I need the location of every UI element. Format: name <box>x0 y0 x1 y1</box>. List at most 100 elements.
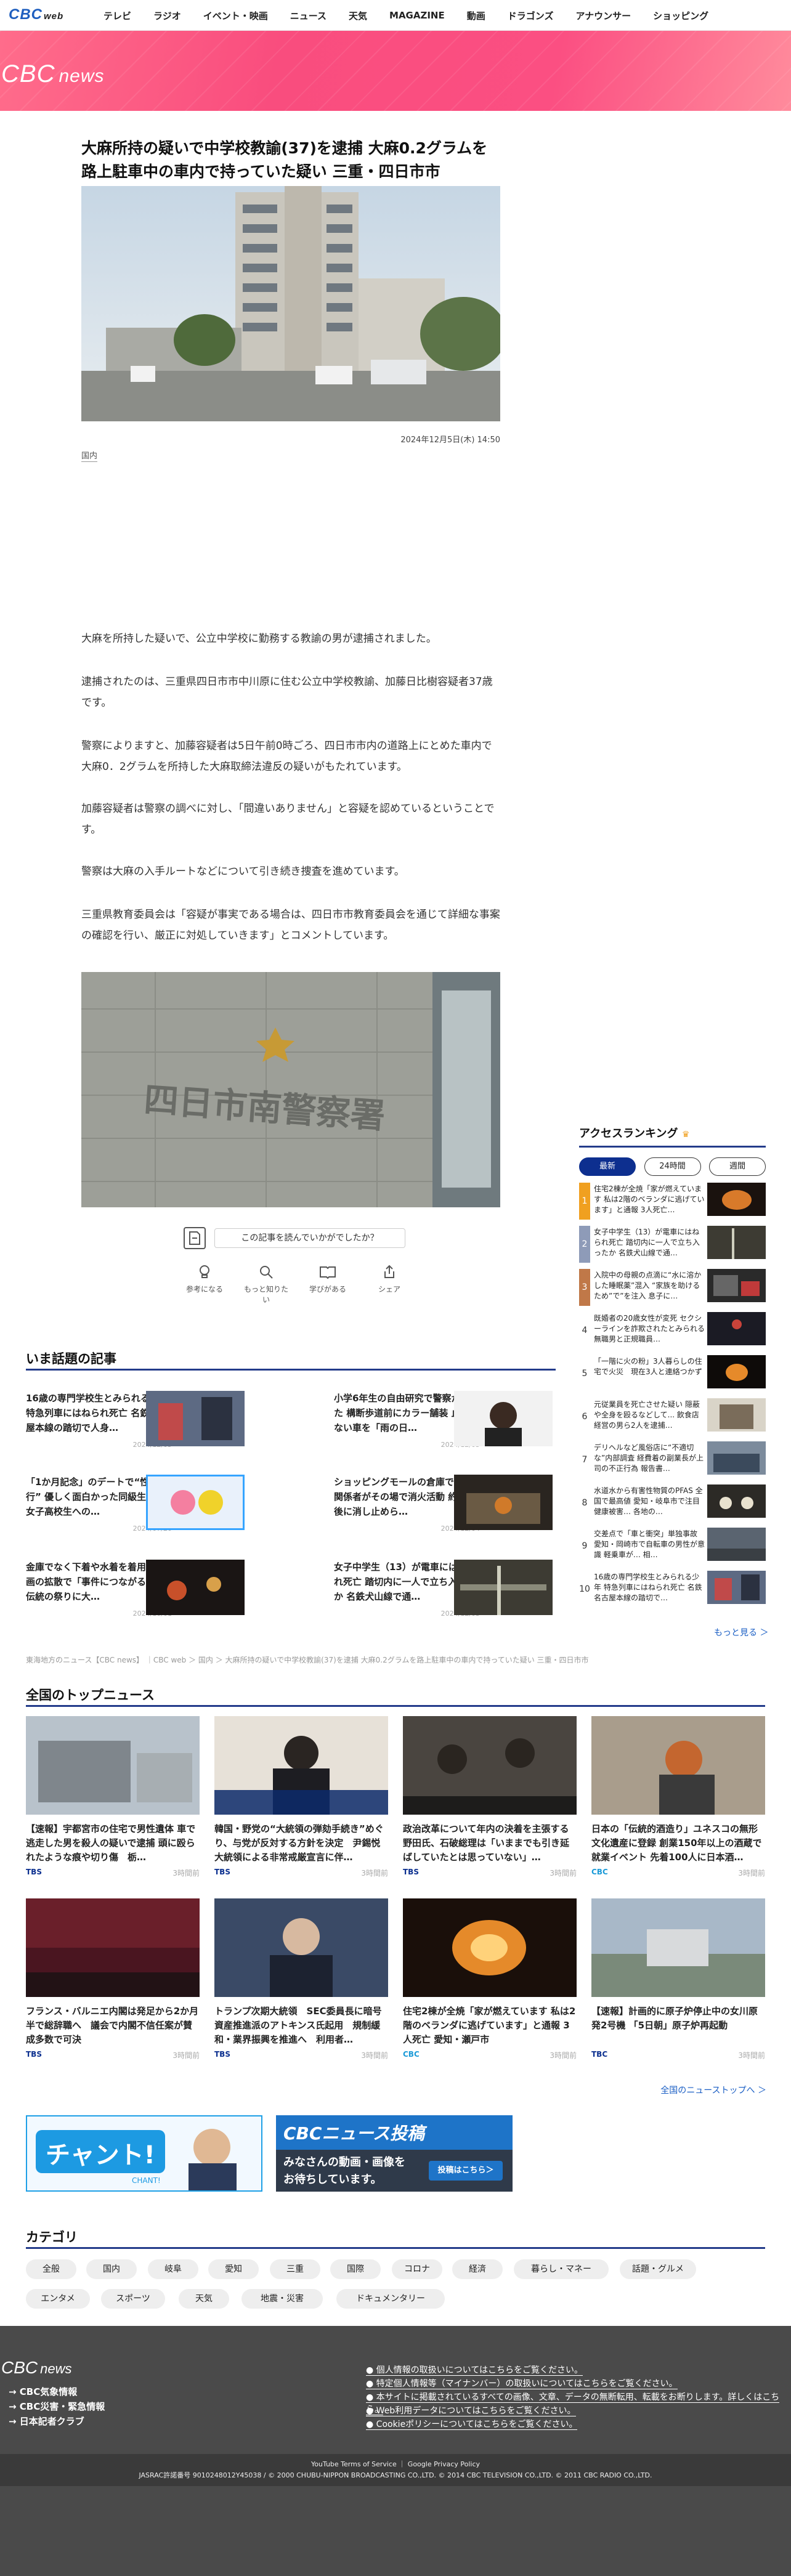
category-tag[interactable]: 天気 <box>179 2289 229 2309</box>
ranking-item[interactable]: 9 交差点で「車と衝突」単独事故 愛知・岡崎市で自転車の男性が意識 軽乗車が… … <box>579 1528 766 1565</box>
trending-article[interactable]: 金庫でなく下着や水着を着用へ 動画の拡散で「事件につながる恐れ」 伝統の祭りに大… <box>26 1560 245 1621</box>
learning-button[interactable]: 学びがある <box>303 1264 352 1305</box>
tab-latest[interactable]: 最新 <box>579 1157 636 1176</box>
category-tag[interactable]: 全般 <box>26 2259 76 2279</box>
ranking-item[interactable]: 5 「一階に火の粉」3人暮らしの住宅で火災 現在3人と連絡つかず <box>579 1355 766 1392</box>
category-tag[interactable]: スポーツ <box>101 2289 165 2309</box>
news-thumbnail <box>403 1898 577 1997</box>
ranking-thumbnail <box>707 1484 766 1518</box>
category-tag[interactable]: 岐阜 <box>148 2259 198 2279</box>
ranking-item[interactable]: 2 女子中学生（13）が電車にはねられ死亡 踏切内に一人で立ち入ったか 名鉄犬山… <box>579 1226 766 1263</box>
nav-item[interactable]: イベント・映画 <box>192 9 279 22</box>
national-news-card[interactable]: トランプ次期大統領 SEC委員長に暗号資産推進派のアトキンス氏起用 規制緩和・業… <box>214 1898 388 2061</box>
category-tag[interactable]: 暮らし・マネー <box>514 2259 609 2279</box>
ranking-item[interactable]: 6 元従業員を死亡させた疑い 隠蔽や全身を殴るなどして... 飲食店経営の男ら2… <box>579 1398 766 1435</box>
nav-item[interactable]: テレビ <box>92 9 142 22</box>
category-tag[interactable]: ドキュメンタリー <box>336 2289 445 2309</box>
ranking-item[interactable]: 10 16歳の専門学校生とみられる少年 特急列車にはねられ死亡 名鉄名古屋本線の… <box>579 1571 766 1608</box>
national-news-card[interactable]: 住宅2棟が全焼「家が燃えています 私は2階のベランダに逃げています」と通報 3人… <box>403 1898 577 2061</box>
news-thumbnail <box>214 1716 388 1815</box>
article-category-tag[interactable]: 国内 <box>81 449 98 462</box>
nav-item[interactable]: MAGAZINE <box>378 10 456 21</box>
footer-bottom: YouTube Terms of Service ｜ Google Privac… <box>0 2454 791 2486</box>
trending-article[interactable]: 女子中学生（13）が電車にはねられ死亡 踏切内に一人で立ち入ったか 名鉄犬山線で… <box>334 1560 553 1621</box>
category-tag[interactable]: コロナ <box>392 2259 442 2279</box>
ranking-thumbnail <box>707 1398 766 1432</box>
hero-banner: CBC news <box>0 31 791 111</box>
category-tag[interactable]: 愛知 <box>208 2259 259 2279</box>
nav-item[interactable]: ラジオ <box>142 9 192 22</box>
national-news-card[interactable]: 【速報】計画的に原子炉停止中の女川原発2号機 「5日朝」原子炉再起動 TBC 3時… <box>591 1898 765 2061</box>
nav-item[interactable]: アナウンサー <box>564 9 642 22</box>
news-thumbnail <box>26 1716 200 1815</box>
news-source: CBC <box>403 2050 420 2059</box>
nav-item[interactable]: ドラゴンズ <box>497 9 565 22</box>
ranking-item[interactable]: 1 住宅2棟が全焼「家が燃えています 私は2階のベランダに逃げています」と通報 … <box>579 1183 766 1220</box>
footer-mynumber-link[interactable]: ● 特定個人情報等（マイナンバー）の取扱いについてはこちらをご覧ください。 <box>366 2378 678 2390</box>
category-tag[interactable]: 地震・災害 <box>241 2289 323 2309</box>
national-news-more-link[interactable]: 全国のニューストップへ ＞ <box>660 2084 766 2096</box>
national-news-card[interactable]: 【速報】宇都宮市の住宅で男性遺体 車で逃走した男を殺人の疑いで逮捕 頭に殴られた… <box>26 1716 200 1879</box>
article-date: 2024年12月5日(木) 14:50 <box>400 435 500 445</box>
article-paragraph: 警察は大麻の入手ルートなどについて引き続き捜査を進めています。 <box>81 865 405 878</box>
share-button[interactable]: シェア <box>365 1264 414 1305</box>
news-thumbnail <box>26 1898 200 1997</box>
ranking-title: アクセスランキング ♛ <box>579 1127 690 1140</box>
article-title: 大麻所持の疑いで中学校教諭(37)を逮捕 大麻0.2グラムを路上駐車中の車内で持… <box>81 139 488 180</box>
helpful-button[interactable]: 参考になる <box>180 1264 229 1305</box>
trending-divider <box>26 1369 556 1371</box>
ranking-item[interactable]: 7 デリヘルなど風俗店に“不適切な”内部調査 経費着の副業長が上司の不正行為 報… <box>579 1441 766 1478</box>
ranking-item[interactable]: 3 入院中の母親の点滴に“水に溶かした睡眠薬”混入 “家族を助けるため”で”を注… <box>579 1269 766 1306</box>
trending-article[interactable]: 16歳の専門学校生とみられる少年 特急列車にはねられ死亡 名鉄名古屋本線の踏切で… <box>26 1391 245 1452</box>
category-tag[interactable]: 三重 <box>270 2259 320 2279</box>
trending-thumbnail <box>146 1391 245 1446</box>
footer-cookie-link[interactable]: ● Cookieポリシーについてはこちらをご覧ください。 <box>366 2418 578 2431</box>
national-news-card[interactable]: 韓国・野党の“大統領の弾劾手続き”めぐり、与党が反対する方針を決定 尹錫悦大統領… <box>214 1716 388 1879</box>
footer-link-press-club[interactable]: → 日本記者クラブ <box>9 2415 84 2428</box>
cbc-web-logo[interactable]: CBC web <box>9 6 63 23</box>
nav-item[interactable]: 天気 <box>338 9 378 22</box>
trending-article[interactable]: ショッピングモールの倉庫で火事 関係者がその場で消火活動 約1時間後に消し止めら… <box>334 1475 553 1536</box>
ranking-more-link[interactable]: もっと見る ＞ <box>714 1626 768 1638</box>
category-tag[interactable]: 国際 <box>330 2259 381 2279</box>
breadcrumb[interactable]: 東海地方のニュース【CBC news】 ｜CBC web ＞ 国内 ＞ 大麻所持… <box>26 1655 589 1665</box>
footer-link-weather[interactable]: → CBC気象情報 <box>9 2385 77 2398</box>
news-thumbnail <box>591 1898 765 1997</box>
national-news-card[interactable]: 政治改革について年内の決着を主張する野田氏、石破総理は「いままでも引き延ばしてい… <box>403 1716 577 1879</box>
want-to-know-button[interactable]: もっと知りたい <box>241 1264 291 1305</box>
footer-privacy-link[interactable]: ● 個人情報の取扱いについてはこちらをご覧ください。 <box>366 2364 583 2376</box>
category-tag[interactable]: 話題・グルメ <box>620 2259 696 2279</box>
chant-banner[interactable]: チャント! CHANT! <box>26 2115 262 2192</box>
nav-item[interactable]: 動画 <box>456 9 497 22</box>
news-post-banner[interactable]: CBCニュース投稿 みなさんの動画・画像を お待ちしています。 投稿はこちら＞ <box>276 2115 513 2192</box>
ranking-item[interactable]: 4 既婚者の20歳女性が変死 セクシーラインを詐欺されたとみられる無職男と正規職… <box>579 1312 766 1349</box>
ranking-item[interactable]: 8 水道水から有害性物質のPFAS 全国で最高値 愛知・岐阜市で注目 健康被害…… <box>579 1484 766 1521</box>
ranking-tabs: 最新 24時間 週間 <box>579 1157 766 1176</box>
nav-item[interactable]: ショッピング <box>642 9 720 22</box>
national-news-card[interactable]: フランス・バルニエ内閣は発足から2か月半で総辞職へ 議会で内閣不信任案が賛成多数… <box>26 1898 200 2061</box>
footer-webdata-link[interactable]: ● Web利用データについてはこちらをご覧ください。 <box>366 2405 576 2417</box>
category-tag[interactable]: 国内 <box>86 2259 137 2279</box>
chant-logo-text: チャント! <box>46 2141 155 2169</box>
trending-thumbnail <box>454 1560 553 1615</box>
ranking-thumbnail <box>707 1355 766 1388</box>
news-thumbnail <box>214 1898 388 1997</box>
national-news-card[interactable]: 日本の「伝統的酒造り」ユネスコの無形文化遺産に登録 創業150年以上の酒蔵で就業… <box>591 1716 765 1879</box>
ranking-thumbnail <box>707 1269 766 1302</box>
trending-article[interactable]: 小学6年生の自由研究で警察が動いた 構断歩道前にカラー舗装 止まらない車を「雨の… <box>334 1391 553 1452</box>
category-tag[interactable]: 経済 <box>452 2259 503 2279</box>
trending-article[interactable]: 「1か月記念」のデートで“性的暴行” 優しく面白かった同級生が豹変 女子高校生へ… <box>26 1475 245 1536</box>
news-source: TBS <box>214 2050 230 2059</box>
cbc-news-logo[interactable]: CBC news <box>1 60 105 88</box>
nav-item[interactable]: ニュース <box>279 9 338 22</box>
footer-policy-links[interactable]: YouTube Terms of Service ｜ Google Privac… <box>0 2454 791 2470</box>
category-tag[interactable]: エンタメ <box>26 2289 90 2309</box>
tab-24h[interactable]: 24時間 <box>644 1157 701 1176</box>
post-button[interactable]: 投稿はこちら＞ <box>429 2161 503 2181</box>
footer-link-disaster[interactable]: → CBC災害・緊急情報 <box>9 2400 105 2413</box>
tab-weekly[interactable]: 週間 <box>709 1157 766 1176</box>
footer-logo[interactable]: CBC news <box>1 2358 71 2378</box>
document-icon <box>184 1227 206 1249</box>
article-paragraph: 逮捕されたのは、三重県四日市市中川原に住む公立中学校教諭、加藤日比樹容疑者37歳… <box>81 676 493 709</box>
trending-thumbnail <box>146 1560 245 1615</box>
